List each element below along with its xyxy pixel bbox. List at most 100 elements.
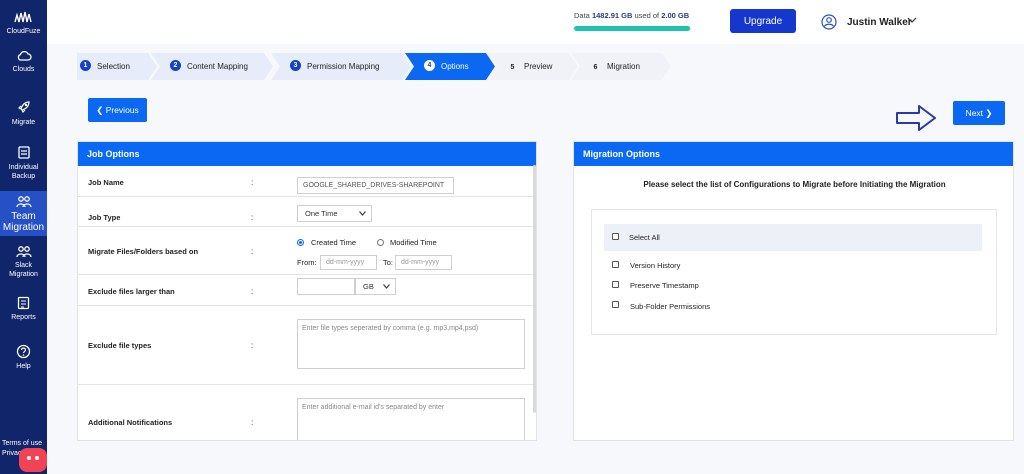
version-history-checkbox[interactable] [612,261,619,268]
chevron-down-icon [383,284,390,289]
brand-logo[interactable]: CloudFuze [0,10,47,36]
job-name-label: Job Name [88,178,124,187]
modified-time-label: Modified Time [390,238,437,247]
sidebar-item-reports[interactable]: Reports [0,296,47,322]
data-used: 1482.91 GB [591,11,633,20]
migration-options-panel: Migration Options Please select the list… [573,141,1014,441]
colon: : [251,341,254,350]
exclude-types-row: Exclude file types : Enter file types se… [78,306,534,385]
colon: : [251,213,254,222]
migrate-based-label: Migrate Files/Folders based on [88,247,199,256]
job-options-panel: Job Options Job Name : GOOGLE_SHARED_DRI… [77,141,537,441]
notifications-label: Additional Notifications [88,418,173,427]
data-usage-text: Data 1482.91 GB used of 2.00 GB [574,11,689,20]
step-migration[interactable]: 6 Migration [571,53,671,80]
step-options[interactable]: 4 Options [405,53,495,80]
step-label: Content Mapping [187,62,248,71]
to-label: To: [383,258,394,267]
arrow-right-hint-icon [896,105,936,131]
backup-icon [17,146,30,159]
from-date-input[interactable]: dd-mm-yyyy [320,255,377,270]
step-number: 6 [593,64,598,71]
sub-folder-permissions-checkbox[interactable] [612,301,619,308]
step-preview[interactable]: 5 Preview [488,53,578,80]
sidebar-item-label: Slack Migration [9,262,38,278]
preserve-timestamp-checkbox[interactable] [612,281,619,288]
step-selection[interactable]: 1 Selection [77,53,157,80]
sidebar-item-slack-migration[interactable]: Slack Migration [0,245,47,279]
upgrade-button[interactable]: Upgrade [730,9,796,33]
step-label: Options [441,62,469,71]
colon: : [251,178,254,187]
sidebar-item-migrate[interactable]: Migrate [0,99,47,127]
step-permission-mapping[interactable]: 3 Permission Mapping [271,53,411,80]
exclude-types-textarea[interactable]: Enter file types seperated by comma (e.g… [297,319,525,369]
option-label: Preserve Timestamp [630,281,699,290]
created-time-label: Created Time [311,238,357,247]
sidebar-item-label: Team Migration [2,211,45,233]
next-label: Next [965,107,983,118]
notifications-row: Additional Notifications : Enter additio… [78,385,534,440]
migration-options-title: Migration Options [574,142,1013,166]
select-all-row[interactable]: Select All [604,224,982,251]
size-unit-value: GB [363,282,374,291]
step-number: 4 [424,60,435,72]
step-content-mapping[interactable]: 2 Content Mapping [151,53,273,80]
user-avatar-icon[interactable] [821,14,837,30]
chat-widget-icon[interactable] [19,448,47,472]
next-button[interactable]: Next ❯ [953,101,1005,125]
step-number: 3 [290,60,301,72]
previous-label: Previous [105,104,139,115]
step-number: 5 [510,64,515,71]
migration-options-list: Select All Version History Preserve Time… [591,209,997,335]
created-time-radio[interactable] [297,239,304,246]
team-icon [15,196,32,208]
job-type-label: Job Type [88,213,121,222]
sidebar-item-label: Individual Backup [8,164,39,180]
max-size-input[interactable] [297,278,355,295]
job-type-value: One Time [305,209,338,218]
select-all-checkbox[interactable] [612,233,619,240]
colon: : [251,418,254,427]
modified-time-radio[interactable] [377,239,384,246]
to-date-input[interactable]: dd-mm-yyyy [395,255,452,270]
exclude-larger-row: Exclude files larger than : GB [78,275,534,306]
option-label: Version History [630,261,681,270]
step-label: Selection [97,62,130,71]
chevron-down-icon[interactable] [907,16,917,24]
step-label: Migration [607,62,640,71]
sidebar-item-clouds[interactable]: Clouds [0,50,47,74]
help-icon [16,344,31,359]
job-options-title: Job Options [78,142,536,166]
data-prefix: Data [574,11,590,20]
sidebar-item-label: Help [16,363,31,370]
exclude-types-label: Exclude file types [88,341,152,350]
sidebar-item-individual-backup[interactable]: Individual Backup [0,145,47,181]
job-type-select[interactable]: One Time [297,205,372,222]
rocket-icon [17,101,30,114]
migrate-based-row: Migrate Files/Folders based on : Created… [78,227,534,275]
step-label: Preview [524,62,553,71]
sidebar-item-label: Clouds [12,66,35,73]
sidebar: CloudFuze Clouds Migrate Individual Back… [0,0,47,474]
sidebar-item-help[interactable]: Help [0,344,47,371]
colon: : [251,287,254,296]
job-name-input[interactable]: GOOGLE_SHARED_DRIVES-SHAREPOINT [297,177,454,194]
step-number: 2 [170,60,181,72]
user-name[interactable]: Justin Walker [847,17,912,28]
job-options-scrollbar[interactable] [533,165,536,413]
data-total: 2.00 GB [661,11,690,20]
notifications-textarea[interactable]: Enter additional e-mail id's separated b… [297,398,525,440]
size-unit-select[interactable]: GB [355,278,396,295]
sidebar-item-team-migration[interactable]: Team Migration [0,191,47,236]
chevron-right-icon: ❯ [985,107,993,118]
select-all-label: Select All [629,233,660,242]
migration-instruction: Please select the list of Configurations… [643,180,946,189]
colon: : [251,247,254,256]
data-usage-bar [574,26,691,31]
from-label: From: [297,258,317,267]
step-number: 1 [80,60,91,72]
previous-button[interactable]: ❮ Previous [88,98,147,122]
data-usage-fill [574,26,690,31]
sidebar-item-label: Migrate [11,119,36,126]
